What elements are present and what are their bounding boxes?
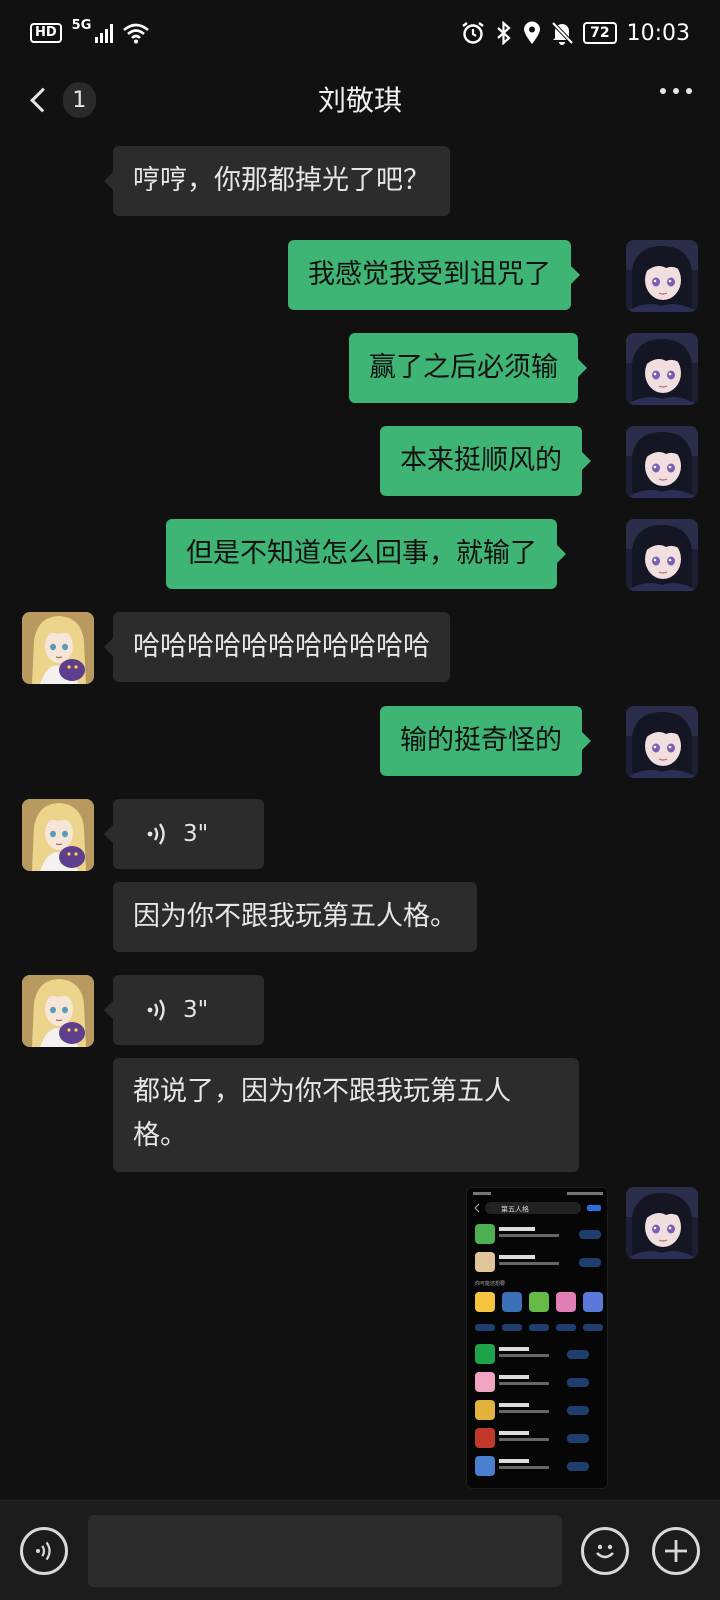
message-bubble-incoming[interactable]: 都说了，因为你不跟我玩第五人 格。 [113, 1058, 579, 1172]
message-bubble-outgoing[interactable]: 输的挺奇怪的 [380, 706, 591, 776]
chat-header: 1 刘敬琪 [0, 66, 720, 132]
message-bubble-outgoing[interactable]: 我感觉我受到诅咒了 [288, 240, 580, 310]
more-dot-icon [660, 88, 666, 94]
avatar-contact[interactable] [22, 975, 94, 1047]
alarm-icon [462, 22, 484, 44]
avatar-self[interactable] [626, 426, 698, 498]
voice-message[interactable]: 3" [104, 975, 264, 1045]
voice-message[interactable]: 3" [104, 799, 264, 869]
message-text-line: 格。 [133, 1120, 187, 1151]
message-bubble-incoming[interactable]: 哈哈哈哈哈哈哈哈哈哈哈 [104, 612, 450, 682]
avatar-contact[interactable] [22, 612, 94, 684]
more-dot-icon [673, 88, 679, 94]
bluetooth-icon [497, 21, 511, 45]
message-bubble-outgoing[interactable]: 本来挺顺风的 [380, 426, 591, 496]
more-dot-icon [686, 88, 692, 94]
status-left: HD 5G [30, 18, 150, 44]
unread-count-badge: 1 [62, 82, 96, 118]
mute-icon [551, 21, 574, 45]
message-bubble-outgoing[interactable]: 赢了之后必须输 [349, 333, 587, 403]
app-store-screenshot-thumbnail: 第五人格 你可能还想要 [467, 1188, 607, 1488]
battery-indicator: 72 [583, 22, 617, 44]
signal-icon [95, 23, 114, 43]
svg-text:第五人格: 第五人格 [501, 1205, 529, 1214]
avatar-self[interactable] [626, 706, 698, 778]
status-bar: HD 5G 72 10:03 [0, 0, 720, 66]
back-button[interactable]: 1 [26, 80, 96, 120]
emoji-button[interactable] [581, 1527, 629, 1575]
plus-icon [665, 1540, 687, 1562]
voice-input-icon [35, 1541, 51, 1561]
avatar-contact[interactable] [22, 799, 94, 871]
location-icon [524, 21, 541, 44]
message-input[interactable] [88, 1515, 562, 1587]
voice-duration: 3" [183, 997, 209, 1023]
message-bubble-incoming[interactable]: 哼哼，你那都掉光了吧？ [104, 146, 450, 216]
voice-wave-icon [147, 823, 165, 845]
voice-wave-icon [147, 999, 165, 1021]
voice-input-button[interactable] [20, 1527, 68, 1575]
more-functions-button[interactable] [652, 1527, 700, 1575]
chat-title: 刘敬琪 [317, 84, 402, 117]
message-bubble-incoming[interactable]: 因为你不跟我玩第五人格。 [113, 882, 477, 952]
wifi-icon [123, 23, 150, 44]
svg-text:你可能还想要: 你可能还想要 [475, 1280, 505, 1287]
avatar-self[interactable] [626, 519, 698, 591]
input-bar [0, 1500, 720, 1600]
more-options-button[interactable] [660, 88, 692, 94]
hd-badge: HD [30, 23, 62, 43]
avatar-self[interactable] [626, 1187, 698, 1259]
avatar-self[interactable] [626, 333, 698, 405]
message-bubble-outgoing[interactable]: 但是不知道怎么回事，就输了 [166, 519, 566, 589]
status-right: 72 10:03 [461, 21, 690, 46]
voice-duration: 3" [183, 821, 209, 847]
chevron-left-icon [30, 87, 55, 113]
image-message[interactable]: 第五人格 你可能还想要 [466, 1187, 608, 1489]
network-label: 5G [71, 17, 92, 33]
smiley-icon [596, 1544, 614, 1559]
avatar-self[interactable] [626, 240, 698, 312]
message-text-line: 都说了，因为你不跟我玩第五人 [133, 1076, 511, 1107]
status-time: 10:03 [626, 20, 690, 46]
